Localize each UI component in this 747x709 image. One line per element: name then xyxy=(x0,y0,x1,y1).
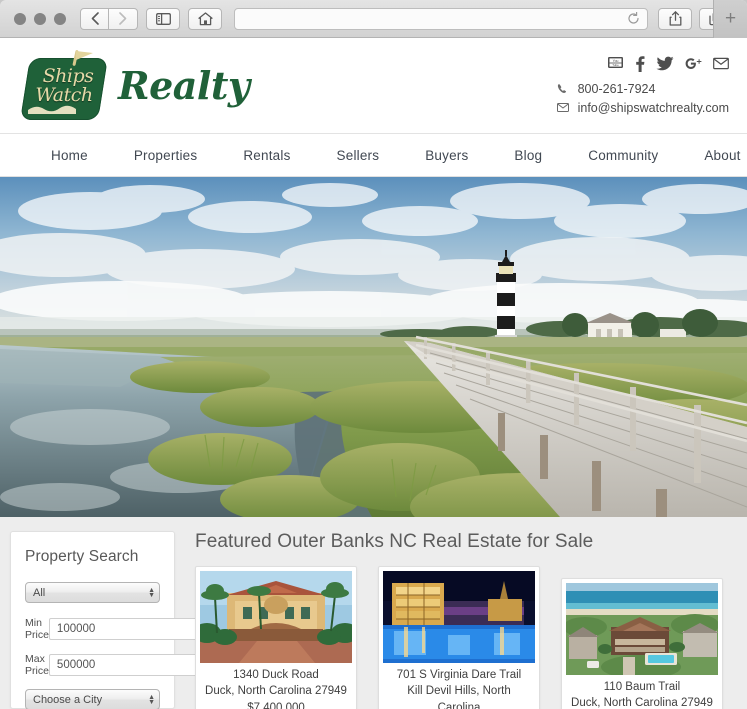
site-logo[interactable]: Ships Watch Realty xyxy=(20,50,250,122)
listing-card[interactable]: 701 S Virginia Dare Trail Kill Devil Hil… xyxy=(378,566,540,709)
close-window-button[interactable] xyxy=(14,12,26,25)
main-navigation: Home Properties Rentals Sellers Buyers B… xyxy=(0,133,747,177)
property-type-value: All xyxy=(33,586,46,599)
nav-item-home[interactable]: Home xyxy=(28,148,111,163)
logo-wordmark: Realty xyxy=(118,63,250,108)
nav-item-about[interactable]: About xyxy=(681,148,747,163)
listing-card-grid: 1340 Duck Road Duck, North Carolina 2794… xyxy=(195,566,737,709)
listing-thumbnail xyxy=(566,583,718,675)
email-address[interactable]: info@shipswatchrealty.com xyxy=(578,101,729,115)
window-controls xyxy=(14,12,66,25)
nav-item-community[interactable]: Community xyxy=(565,148,681,163)
featured-heading: Featured Outer Banks NC Real Estate for … xyxy=(195,531,594,552)
property-search-title: Property Search xyxy=(25,548,139,565)
email-row: info@shipswatchrealty.com xyxy=(556,101,729,115)
featured-listings-section: Featured Outer Banks NC Real Estate for … xyxy=(175,531,737,709)
hero-banner xyxy=(0,177,747,517)
listing-caption: 1340 Duck Road Duck, North Carolina 2794… xyxy=(200,663,352,709)
navigation-buttons xyxy=(80,7,138,30)
web-page: Ships Watch Realty You Tube 800-261-7924… xyxy=(0,38,747,709)
home-icon xyxy=(197,11,213,25)
back-button[interactable] xyxy=(80,7,109,30)
share-icon xyxy=(669,11,681,26)
content-area: Property Search All ▲▼ Min Price Max Pri… xyxy=(0,517,747,709)
nav-item-properties[interactable]: Properties xyxy=(111,148,221,163)
twitter-icon[interactable] xyxy=(656,56,674,72)
mansion-photo xyxy=(200,571,352,663)
listing-card[interactable]: 1340 Duck Road Duck, North Carolina 2794… xyxy=(195,566,357,709)
header-contact-block: You Tube 800-261-7924 info@shipswatchrea… xyxy=(556,52,729,120)
sailboat-mast-icon xyxy=(72,50,94,66)
envelope-icon xyxy=(556,103,570,112)
home-button[interactable] xyxy=(188,7,222,30)
city-value: Choose a City xyxy=(33,693,103,706)
listing-caption: 701 S Virginia Dare Trail Kill Devil Hil… xyxy=(383,663,535,709)
listing-thumbnail xyxy=(383,571,535,663)
site-header: Ships Watch Realty You Tube 800-261-7924… xyxy=(0,38,747,133)
logo-script-line1: Ships xyxy=(42,65,94,88)
nav-item-sellers[interactable]: Sellers xyxy=(314,148,403,163)
nav-item-buyers[interactable]: Buyers xyxy=(402,148,491,163)
share-button[interactable] xyxy=(658,7,692,30)
zoom-window-button[interactable] xyxy=(54,12,66,25)
nav-item-rentals[interactable]: Rentals xyxy=(220,148,313,163)
property-search-panel: Property Search All ▲▼ Min Price Max Pri… xyxy=(10,531,212,709)
city-select[interactable]: Choose a City ▲ ▼ xyxy=(25,689,160,709)
listing-citystate: Duck, North Carolina 27949 xyxy=(205,685,347,698)
night-pool-photo xyxy=(383,571,535,663)
phone-row: 800-261-7924 xyxy=(556,82,729,96)
email-icon[interactable] xyxy=(713,56,729,72)
hero-lighthouse-image xyxy=(0,177,747,517)
stepper-arrows-icon: ▲ ▼ xyxy=(148,586,155,599)
phone-icon xyxy=(556,83,570,94)
sidebar-toggle-button[interactable] xyxy=(146,7,180,30)
browser-toolbar: + xyxy=(0,0,747,38)
googleplus-icon[interactable] xyxy=(685,56,702,72)
listing-thumbnail xyxy=(200,571,352,663)
minimize-window-button[interactable] xyxy=(34,12,46,25)
address-bar[interactable] xyxy=(234,7,648,30)
phone-number[interactable]: 800-261-7924 xyxy=(578,82,656,96)
sidebar-icon xyxy=(155,12,171,25)
logo-mark: Ships Watch xyxy=(20,50,112,122)
max-price-label: Max Price xyxy=(25,653,49,677)
lighthouse xyxy=(495,250,517,340)
social-links: You Tube xyxy=(556,55,729,72)
min-price-row: Min Price xyxy=(25,617,212,641)
chevron-left-icon xyxy=(91,12,99,25)
aerial-beach-house-photo xyxy=(566,583,718,675)
listing-price: $7,400,000 xyxy=(247,701,305,709)
nav-item-blog[interactable]: Blog xyxy=(491,148,565,163)
listing-citystate: Duck, North Carolina 27949 xyxy=(571,697,713,709)
max-price-row: Max Price xyxy=(25,653,212,677)
stepper-arrows-icon: ▲ ▼ xyxy=(148,693,155,706)
listing-citystate: Kill Devil Hills, North Carolina xyxy=(407,685,511,709)
listing-address: 701 S Virginia Dare Trail xyxy=(396,669,522,681)
chevron-right-icon xyxy=(119,12,127,25)
reload-icon[interactable] xyxy=(627,12,640,25)
min-price-label: Min Price xyxy=(25,617,49,641)
svg-text:Tube: Tube xyxy=(612,63,619,67)
property-type-select[interactable]: All ▲ ▼ xyxy=(25,582,160,603)
browser-window: + Ships Watch Realty You Tube 800-261-79… xyxy=(0,0,747,709)
wave-icon xyxy=(28,105,76,114)
listing-card[interactable]: 110 Baum Trail Duck, North Carolina 2794… xyxy=(561,578,723,709)
youtube-icon[interactable]: You Tube xyxy=(607,56,624,72)
new-tab-button[interactable]: + xyxy=(713,0,747,38)
listing-caption: 110 Baum Trail Duck, North Carolina 2794… xyxy=(566,675,718,709)
forward-button[interactable] xyxy=(109,7,138,30)
listing-address: 1340 Duck Road xyxy=(233,669,319,681)
listing-address: 110 Baum Trail xyxy=(603,681,681,693)
facebook-icon[interactable] xyxy=(635,55,645,72)
